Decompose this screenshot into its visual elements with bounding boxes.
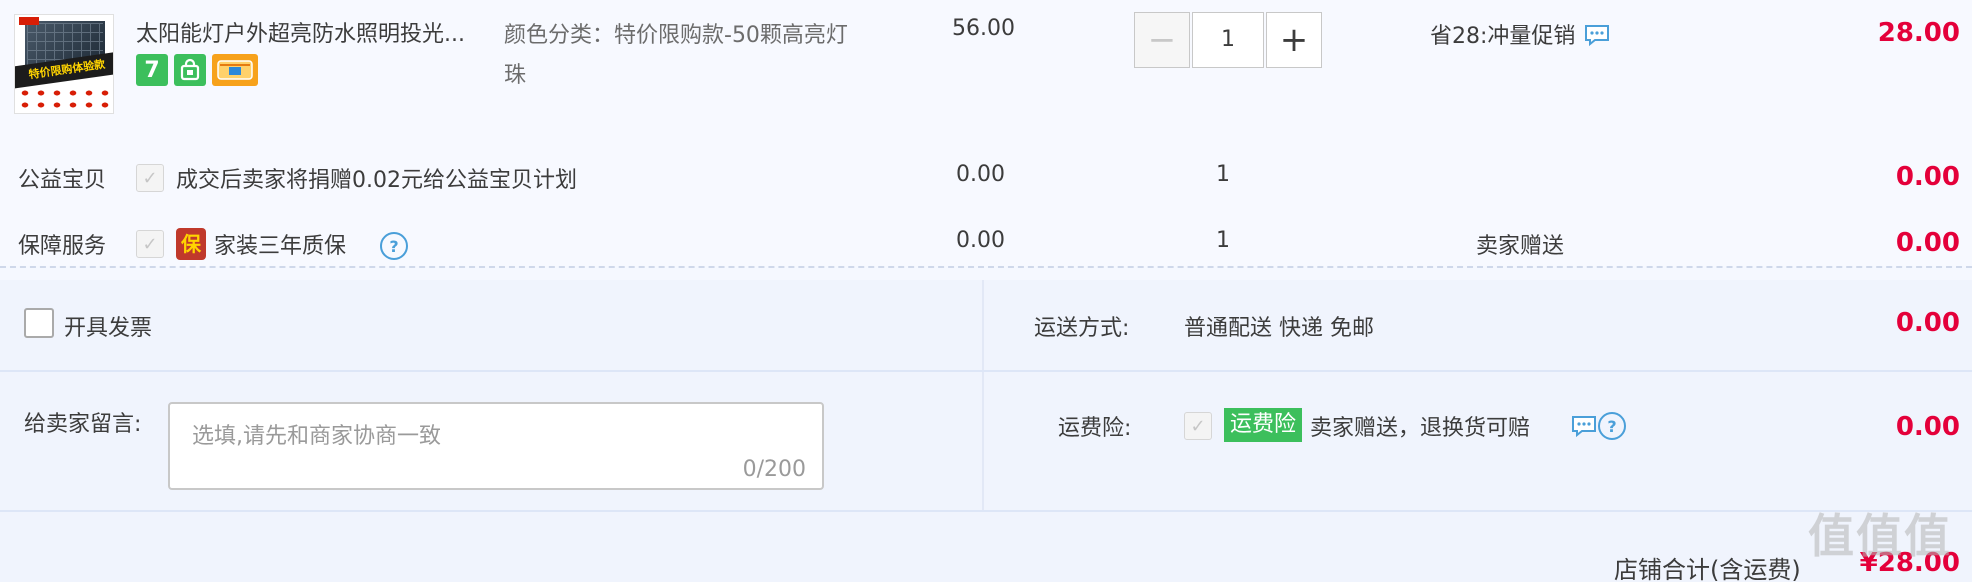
help-icon[interactable]: ?	[380, 232, 408, 260]
warranty-badge-icon: 保	[176, 228, 206, 260]
service-qty: 1	[1216, 228, 1230, 253]
insurance-total: 0.00	[1895, 412, 1960, 442]
chat-bubble-icon[interactable]	[1570, 414, 1598, 438]
service-gift: 卖家赠送	[1476, 234, 1565, 259]
chat-bubble-icon[interactable]	[1583, 23, 1611, 47]
memo-counter: 0/200	[742, 457, 806, 482]
image-dots-graphic	[17, 87, 113, 111]
row-divider	[0, 370, 1972, 372]
charity-price: 0.00	[956, 162, 1005, 187]
invoice-label: 开具发票	[64, 316, 153, 341]
promotion-text: 省28:冲量促销	[1430, 24, 1576, 49]
store-total-label: 店铺合计(含运费)	[1614, 556, 1801, 582]
row-divider	[0, 510, 1972, 512]
memo-textarea[interactable]: 选填,请先和商家协商一致 0/200	[168, 402, 824, 490]
shipping-total: 0.00	[1895, 308, 1960, 338]
shipping-label: 运送方式:	[1034, 316, 1130, 341]
service-description: 家装三年质保	[214, 234, 347, 259]
column-divider	[982, 280, 984, 512]
quantity-increase-button[interactable]: +	[1266, 12, 1322, 68]
charity-total: 0.00	[1895, 162, 1960, 192]
charity-qty: 1	[1216, 162, 1230, 187]
charity-label: 公益宝贝	[18, 168, 107, 193]
credit-card-icon[interactable]	[212, 54, 258, 86]
image-tag-graphic	[19, 17, 39, 25]
service-price: 0.00	[956, 228, 1005, 253]
insurance-checkbox: ✓	[1184, 412, 1212, 440]
product-badges: 7	[136, 54, 258, 86]
service-checkbox: ✓	[136, 230, 164, 258]
charity-checkbox: ✓	[136, 164, 164, 192]
quantity-input[interactable]: 1	[1192, 12, 1264, 68]
insurance-description: 卖家赠送，退换货可赔	[1310, 416, 1531, 441]
quantity-stepper: − 1 +	[1134, 12, 1322, 68]
memo-placeholder: 选填,请先和商家协商一致	[192, 424, 441, 449]
product-title[interactable]: 太阳能灯户外超亮防水照明投光...	[136, 16, 465, 48]
memo-label: 给卖家留言:	[24, 412, 142, 437]
insurance-label: 运费险:	[1058, 416, 1132, 441]
insurance-tag: 运费险	[1224, 408, 1303, 442]
service-total: 0.00	[1895, 228, 1960, 258]
divider	[0, 266, 1972, 268]
promotion-info: 省28:冲量促销	[1430, 18, 1611, 50]
help-icon[interactable]: ?	[1598, 412, 1626, 440]
seven-day-return-icon[interactable]: 7	[136, 54, 168, 86]
item-subtotal: 28.00	[1877, 18, 1960, 48]
service-label: 保障服务	[18, 234, 107, 259]
quantity-decrease-button[interactable]: −	[1134, 12, 1190, 68]
sku-description: 颜色分类：特价限购款-50颗高亮灯珠	[504, 23, 848, 88]
invoice-checkbox[interactable]	[24, 308, 54, 338]
watermark: 值值值	[1808, 509, 1952, 563]
unit-price: 56.00	[952, 16, 1015, 41]
shipping-method[interactable]: 普通配送 快递 免邮	[1184, 310, 1374, 342]
charity-description: 成交后卖家将捐赠0.02元给公益宝贝计划	[176, 168, 577, 193]
shopping-bag-icon[interactable]	[174, 54, 206, 86]
product-image[interactable]: 特价限购体验款	[14, 14, 114, 114]
